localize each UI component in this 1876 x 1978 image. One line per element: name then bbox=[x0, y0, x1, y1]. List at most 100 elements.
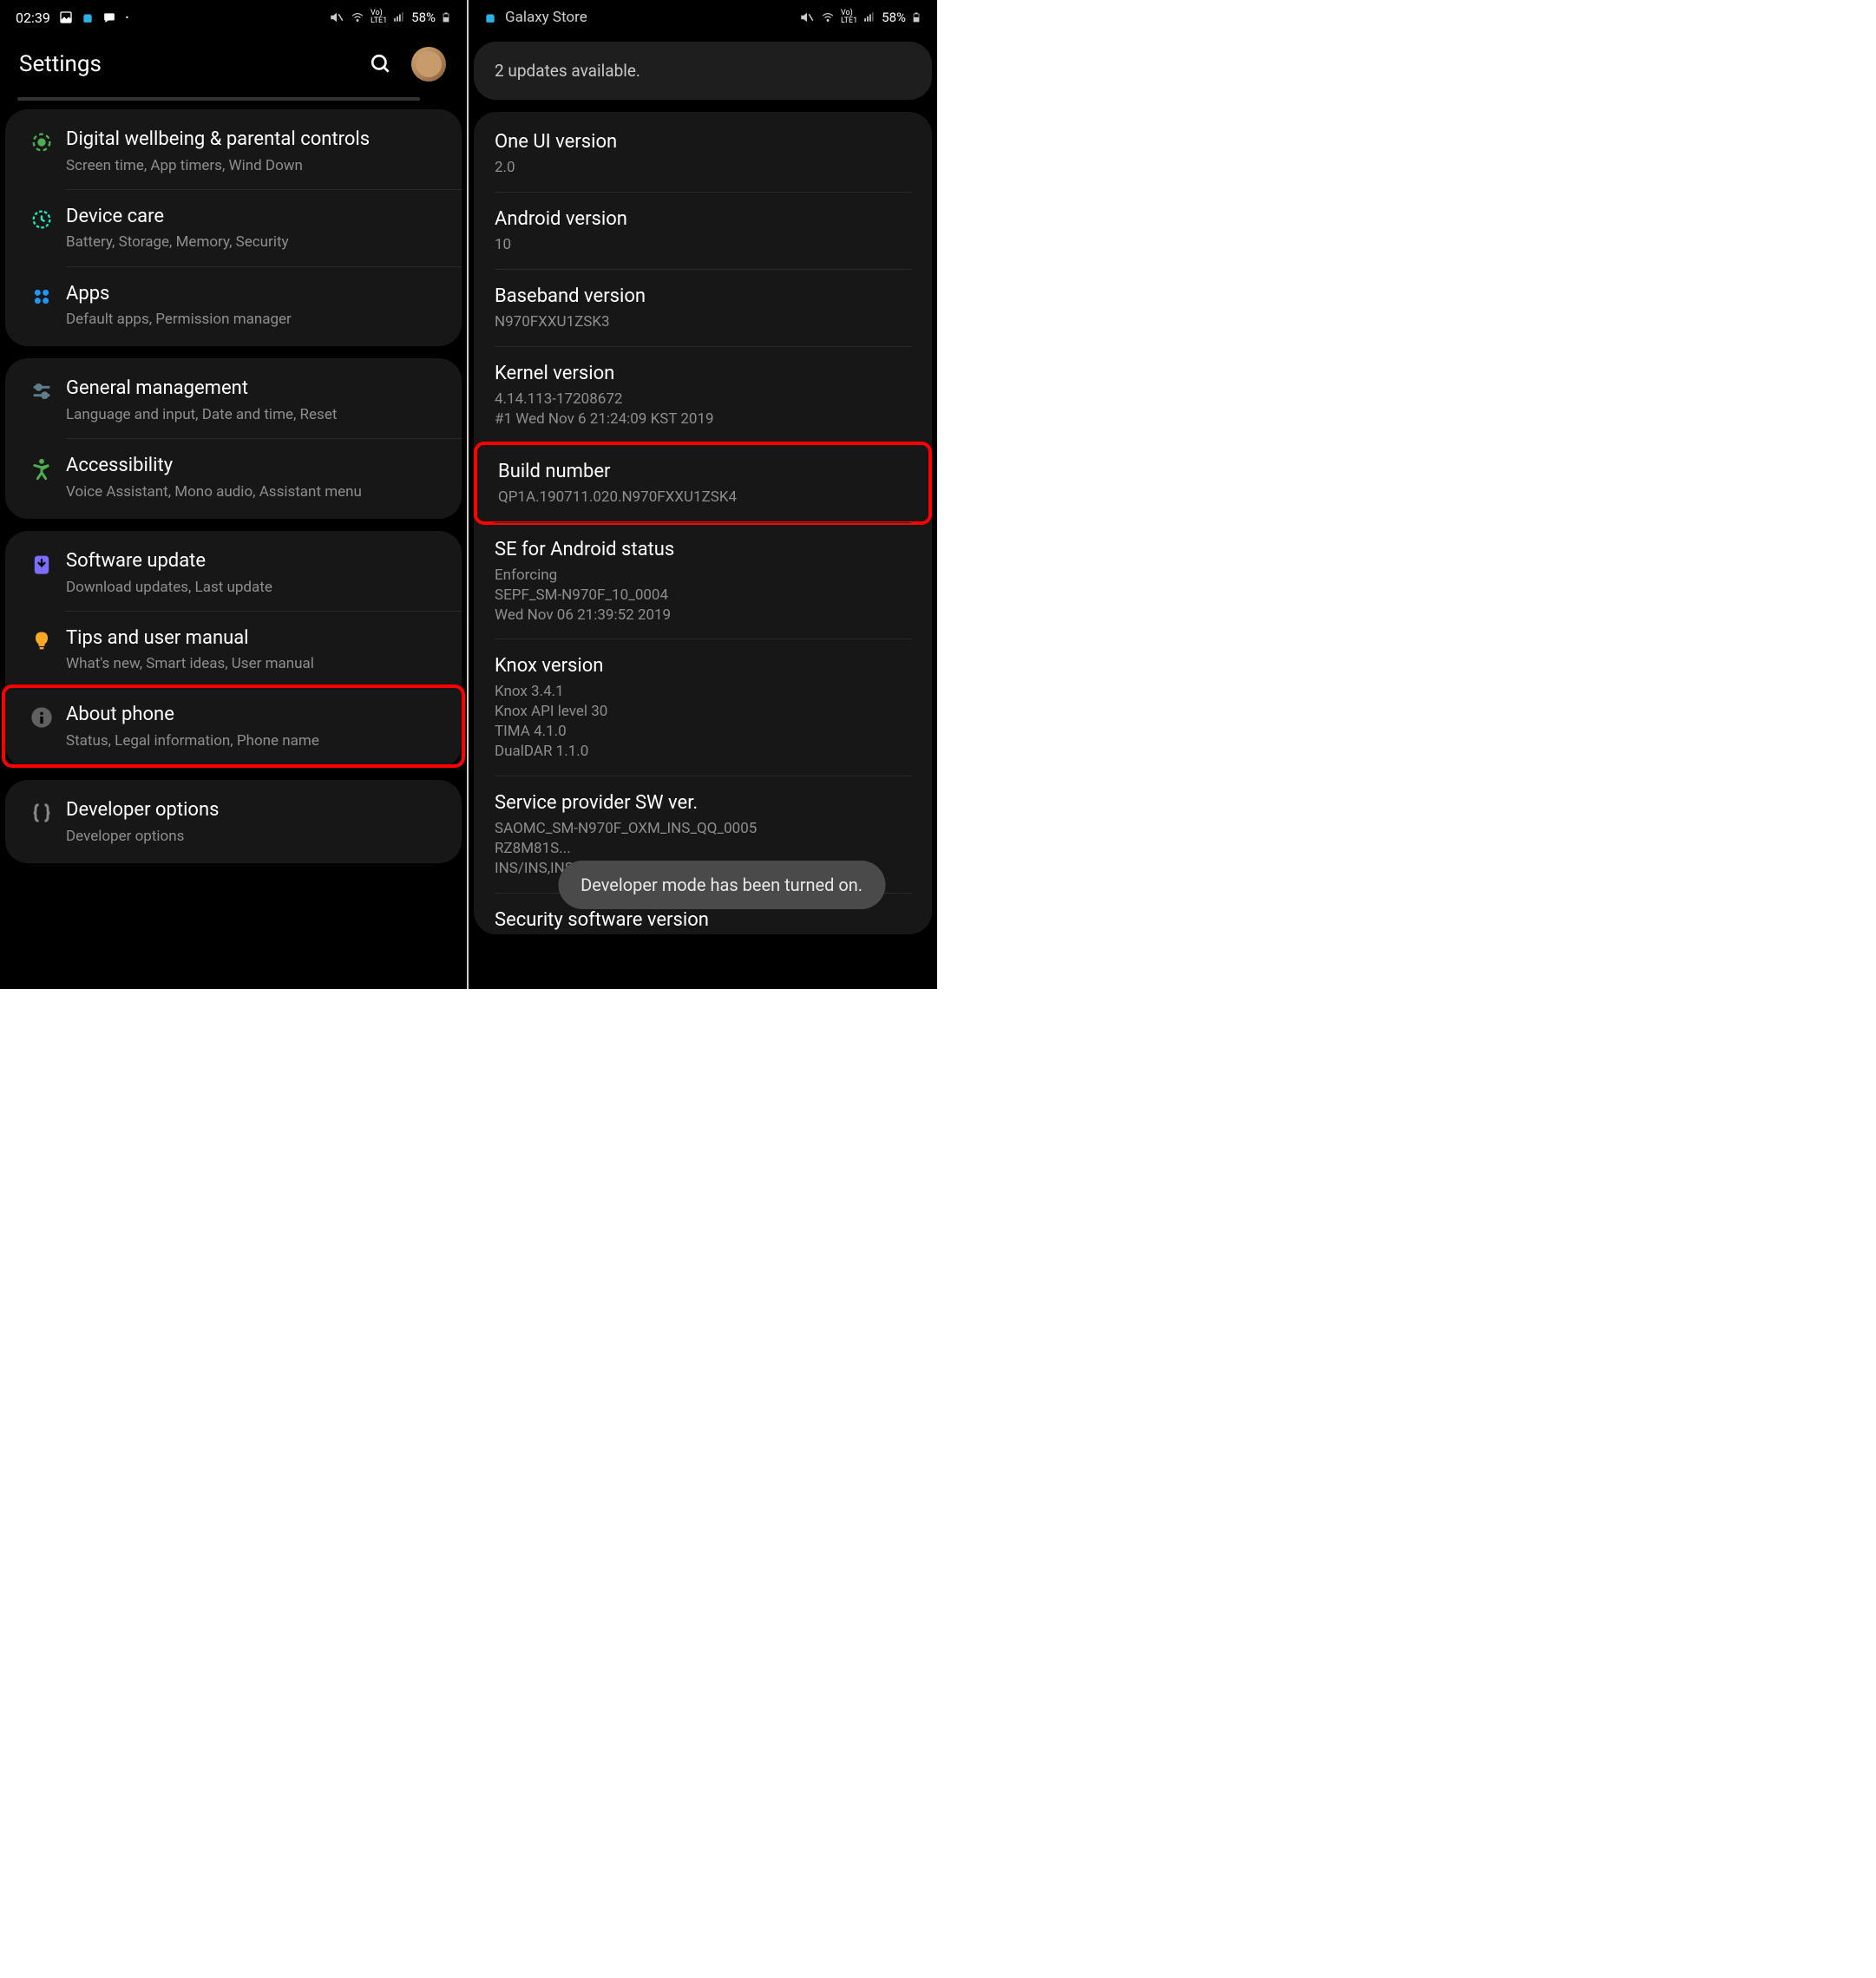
dot-icon: · bbox=[125, 7, 129, 28]
battery-icon bbox=[911, 10, 922, 25]
accessibility-icon bbox=[17, 453, 66, 481]
info-knox[interactable]: Knox version Knox 3.4.1 Knox API level 3… bbox=[474, 639, 932, 776]
item-title: Apps bbox=[66, 281, 444, 307]
settings-screen: 02:39 · Vo)LTE1 58% Settings bbox=[0, 0, 469, 989]
header-actions bbox=[370, 47, 446, 82]
sliders-icon bbox=[17, 376, 66, 403]
battery-icon bbox=[441, 10, 451, 25]
lightbulb-icon bbox=[17, 625, 66, 653]
item-subtitle: Developer options bbox=[66, 827, 444, 846]
settings-item-device-care[interactable]: Device care Battery, Storage, Memory, Se… bbox=[5, 190, 462, 266]
wellbeing-icon bbox=[17, 127, 66, 154]
settings-group: General management Language and input, D… bbox=[5, 358, 462, 519]
info-android-version[interactable]: Android version 10 bbox=[474, 193, 932, 269]
status-right: Vo)LTE1 58% bbox=[329, 10, 451, 25]
info-title: Android version bbox=[495, 208, 911, 230]
settings-item-general[interactable]: General management Language and input, D… bbox=[5, 362, 462, 438]
info-title: Kernel version bbox=[495, 363, 911, 384]
settings-item-software-update[interactable]: Software update Download updates, Last u… bbox=[5, 534, 462, 611]
scroll-indicator bbox=[17, 97, 420, 101]
bag-icon bbox=[484, 10, 496, 24]
item-subtitle: Default apps, Permission manager bbox=[66, 310, 444, 329]
info-subtitle: Enforcing SEPF_SM-N970F_10_0004 Wed Nov … bbox=[495, 566, 911, 625]
settings-item-about-phone[interactable]: About phone Status, Legal information, P… bbox=[5, 688, 462, 764]
device-care-icon bbox=[17, 204, 66, 232]
settings-group: Developer options Developer options bbox=[5, 780, 462, 863]
settings-item-apps[interactable]: Apps Default apps, Permission manager bbox=[5, 267, 462, 344]
settings-item-developer[interactable]: Developer options Developer options bbox=[5, 783, 462, 860]
info-title: SE for Android status bbox=[495, 539, 911, 560]
info-title: Build number bbox=[498, 461, 908, 482]
item-subtitle: Voice Assistant, Mono audio, Assistant m… bbox=[66, 482, 444, 501]
settings-group: Digital wellbeing & parental controls Sc… bbox=[5, 109, 462, 346]
apps-icon bbox=[17, 281, 66, 309]
signal-icon bbox=[392, 11, 406, 23]
search-icon[interactable] bbox=[370, 53, 392, 75]
info-title: Service provider SW ver. bbox=[495, 792, 911, 814]
info-title: Knox version bbox=[495, 655, 911, 677]
info-se-android[interactable]: SE for Android status Enforcing SEPF_SM-… bbox=[474, 523, 932, 639]
item-subtitle: Status, Legal information, Phone name bbox=[66, 731, 444, 750]
picture-icon bbox=[59, 10, 73, 24]
mute-icon bbox=[799, 10, 815, 25]
signal-icon bbox=[863, 11, 876, 23]
item-title: Digital wellbeing & parental controls bbox=[66, 127, 444, 153]
wifi-icon bbox=[820, 11, 836, 23]
highlight-build-number: Build number QP1A.190711.020.N970FXXU1ZS… bbox=[474, 442, 932, 525]
settings-item-wellbeing[interactable]: Digital wellbeing & parental controls Sc… bbox=[5, 113, 462, 189]
update-icon bbox=[17, 548, 66, 576]
battery-label: 58% bbox=[882, 10, 906, 25]
info-icon bbox=[17, 702, 66, 730]
settings-item-tips[interactable]: Tips and user manual What's new, Smart i… bbox=[5, 612, 462, 688]
developer-mode-toast: Developer mode has been turned on. bbox=[558, 861, 885, 909]
info-build-number[interactable]: Build number QP1A.190711.020.N970FXXU1ZS… bbox=[477, 445, 928, 521]
info-one-ui[interactable]: One UI version 2.0 bbox=[474, 115, 932, 192]
highlight-about-phone: About phone Status, Legal information, P… bbox=[2, 684, 465, 768]
status-right: Vo)LTE1 58% bbox=[799, 10, 922, 25]
status-bar: 02:39 · Vo)LTE1 58% bbox=[0, 0, 467, 35]
item-title: Tips and user manual bbox=[66, 625, 444, 652]
app-title: Settings bbox=[19, 51, 102, 77]
settings-group: Software update Download updates, Last u… bbox=[5, 531, 462, 768]
settings-item-accessibility[interactable]: Accessibility Voice Assistant, Mono audi… bbox=[5, 439, 462, 515]
status-bar: Galaxy Store Vo)LTE1 58% bbox=[469, 0, 937, 35]
info-subtitle: 4.14.113-17208672 #1 Wed Nov 6 21:24:09 … bbox=[495, 390, 911, 429]
item-subtitle: What's new, Smart ideas, User manual bbox=[66, 654, 444, 673]
item-title: Device care bbox=[66, 204, 444, 230]
item-subtitle: Language and input, Date and time, Reset bbox=[66, 405, 444, 424]
status-left: 02:39 · bbox=[16, 7, 129, 28]
avatar[interactable] bbox=[411, 47, 446, 82]
item-subtitle: Download updates, Last update bbox=[66, 578, 444, 597]
info-subtitle: N970FXXU1ZSK3 bbox=[495, 312, 911, 332]
about-phone-screen: Galaxy Store Vo)LTE1 58% 2 updates avail… bbox=[469, 0, 937, 989]
info-subtitle: 10 bbox=[495, 235, 911, 255]
app-header: Settings bbox=[0, 35, 467, 94]
item-title: Developer options bbox=[66, 797, 444, 823]
network-label: Vo)LTE1 bbox=[841, 10, 857, 25]
status-time: 02:39 bbox=[16, 10, 50, 26]
item-subtitle: Screen time, App timers, Wind Down bbox=[66, 156, 444, 175]
network-label: Vo)LTE1 bbox=[371, 10, 387, 25]
wifi-icon bbox=[350, 11, 365, 23]
galaxy-store-label: Galaxy Store bbox=[505, 9, 587, 26]
item-title: General management bbox=[66, 376, 444, 402]
battery-label: 58% bbox=[411, 10, 436, 25]
updates-banner[interactable]: 2 updates available. bbox=[474, 42, 932, 100]
item-title: Software update bbox=[66, 548, 444, 574]
info-subtitle: 2.0 bbox=[495, 158, 911, 178]
braces-icon bbox=[17, 797, 66, 825]
info-kernel[interactable]: Kernel version 4.14.113-17208672 #1 Wed … bbox=[474, 347, 932, 443]
info-title: Baseband version bbox=[495, 285, 911, 307]
message-icon bbox=[102, 11, 116, 23]
item-title: About phone bbox=[66, 702, 444, 728]
item-title: Accessibility bbox=[66, 453, 444, 479]
info-title: Security software version bbox=[495, 909, 911, 931]
software-info-list[interactable]: One UI version 2.0 Android version 10 Ba… bbox=[474, 112, 932, 934]
info-title: One UI version bbox=[495, 131, 911, 153]
settings-list[interactable]: Digital wellbeing & parental controls Sc… bbox=[0, 109, 467, 989]
item-subtitle: Battery, Storage, Memory, Security bbox=[66, 233, 444, 252]
info-baseband[interactable]: Baseband version N970FXXU1ZSK3 bbox=[474, 270, 932, 346]
mute-icon bbox=[329, 10, 344, 25]
info-subtitle: Knox 3.4.1 Knox API level 30 TIMA 4.1.0 … bbox=[495, 682, 911, 762]
bag-icon bbox=[82, 10, 94, 24]
